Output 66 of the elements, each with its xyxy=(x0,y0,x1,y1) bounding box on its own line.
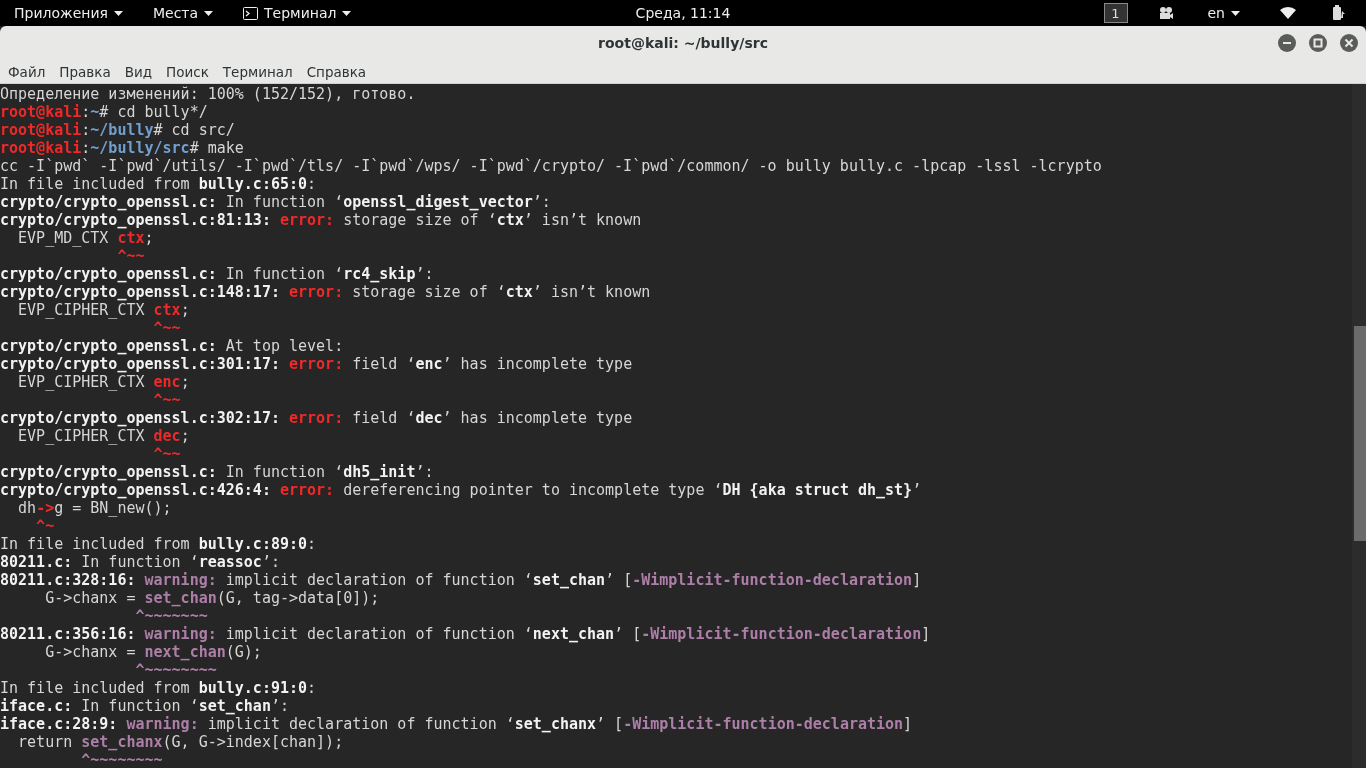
top-menu[interactable]: Приложения xyxy=(6,5,131,21)
menu-item[interactable]: Файл xyxy=(4,63,50,80)
terminal-line: EVP_CIPHER_CTX ctx; xyxy=(17,301,191,319)
battery-icon[interactable] xyxy=(1330,5,1346,21)
wifi-icon[interactable] xyxy=(1280,5,1296,21)
top-menu[interactable]: Места xyxy=(144,5,222,21)
close-icon xyxy=(1344,38,1354,48)
close-button[interactable] xyxy=(1340,34,1358,52)
terminal-line: root@kali:~# cd bully*/ xyxy=(0,103,209,121)
app-menu[interactable]: Терминал xyxy=(235,5,360,21)
language-menu[interactable]: en xyxy=(1207,5,1240,21)
caret-icon xyxy=(204,10,214,16)
terminal-line: G->chanx = next_chan(G); xyxy=(44,643,263,661)
clock-text[interactable]: Среда, 11:14 xyxy=(635,5,731,21)
menu-item[interactable]: Терминал xyxy=(218,63,297,80)
terminal-line: return set_chanx(G, G->index[chan]); xyxy=(17,733,345,751)
terminal-line: EVP_CIPHER_CTX enc; xyxy=(17,373,191,391)
terminal-line: G->chanx = set_chan(G, tag->data[0]); xyxy=(44,589,381,607)
workspace-indicator[interactable]: 1 xyxy=(1103,3,1128,23)
terminal-line: EVP_MD_CTX ctx; xyxy=(17,229,155,247)
terminal-line: crypto/crypto_openssl.c:148:17: error: storage size of ‘ctx’ isn’t known xyxy=(0,283,652,301)
terminal-line: In file included from bully.c:89:0: xyxy=(0,535,318,553)
terminal-line: cc -I`pwd` -I`pwd`/utils/ -I`pwd`/tls/ -I`pwd`/wps/ -I`pwd`/crypto/ -I`pwd`/common/ -o bully bully.c -lpcap -lssl -lcrypto xyxy=(0,157,1103,175)
menu-item[interactable]: Поиск xyxy=(162,63,213,80)
terminal-line: ^~~~~~~~~ xyxy=(134,661,218,679)
terminal-line: root@kali:~/bully# cd src/ xyxy=(0,121,236,139)
terminal-line: crypto/crypto_openssl.c:302:17: error: field ‘dec’ has incomplete type xyxy=(0,409,634,427)
terminal-line: crypto/crypto_openssl.c:81:13: error: storage size of ‘ctx’ isn’t known xyxy=(0,211,643,229)
terminal-line: crypto/crypto_openssl.c: At top level: xyxy=(0,337,345,355)
terminal-line: ^~~~~~~~~ xyxy=(80,751,164,768)
minimize-button[interactable] xyxy=(1278,34,1296,52)
terminal-line: ^~~ xyxy=(152,445,182,463)
caret-icon xyxy=(342,10,352,16)
terminal-line: ^~~~~~~~ xyxy=(134,607,209,625)
scrollbar-thumb[interactable] xyxy=(1354,326,1366,541)
terminal-line: 80211.c:328:16: warning: implicit declaration of function ‘set_chan’ [-Wimplicit-function-declaration] xyxy=(0,571,923,589)
terminal-line: 80211.c: In function ‘reassoc’: xyxy=(0,553,281,571)
terminal-line: crypto/crypto_openssl.c: In function ‘dh5_init’: xyxy=(0,463,435,481)
terminal-line: ^~ xyxy=(35,517,56,535)
terminal-line: Определение изменений: 100% (152/152), готово. xyxy=(0,85,417,103)
caret-icon xyxy=(1231,10,1240,16)
terminal-line: iface.c:28:9: warning: implicit declaration of function ‘set_chanx’ [-Wimplicit-function-declaration] xyxy=(0,715,914,733)
terminal-icon xyxy=(243,6,259,20)
terminal-line: crypto/crypto_openssl.c: In function ‘rc4_skip’: xyxy=(0,265,435,283)
window-title: root@kali: ~/bully/src xyxy=(598,35,768,51)
terminal-line: root@kali:~/bully/src# make xyxy=(0,139,245,157)
menu-item[interactable]: Справка xyxy=(302,63,371,80)
menu-item[interactable]: Вид xyxy=(120,63,157,80)
terminal-line: crypto/crypto_openssl.c: In function ‘openssl_digest_vector’: xyxy=(0,193,552,211)
terminal-line: iface.c: In function ‘set_chan’: xyxy=(0,697,290,715)
camera-icon[interactable] xyxy=(1157,5,1174,21)
terminal-line: ^~~ xyxy=(116,247,146,265)
terminal-line: In file included from bully.c:91:0: xyxy=(0,679,318,697)
maximize-icon xyxy=(1313,38,1323,48)
terminal-line: dh->g = BN_new(); xyxy=(17,499,173,517)
maximize-button[interactable] xyxy=(1309,34,1327,52)
terminal-line: ^~~ xyxy=(152,319,182,337)
terminal-line: In file included from bully.c:65:0: xyxy=(0,175,318,193)
menu-item[interactable]: Правка xyxy=(55,63,115,80)
terminal-line: crypto/crypto_openssl.c:426:4: error: dereferencing pointer to incomplete type ‘DH {aka struct dh_st}’ xyxy=(0,481,923,499)
caret-icon xyxy=(113,10,123,16)
terminal-line: EVP_CIPHER_CTX dec; xyxy=(17,427,191,445)
terminal-line: crypto/crypto_openssl.c:301:17: error: field ‘enc’ has incomplete type xyxy=(0,355,634,373)
terminal-line: 80211.c:356:16: warning: implicit declaration of function ‘next_chan’ [-Wimplicit-function-declaration] xyxy=(0,625,932,643)
scrollbar[interactable] xyxy=(1352,84,1366,768)
terminal-line: ^~~ xyxy=(152,391,182,409)
